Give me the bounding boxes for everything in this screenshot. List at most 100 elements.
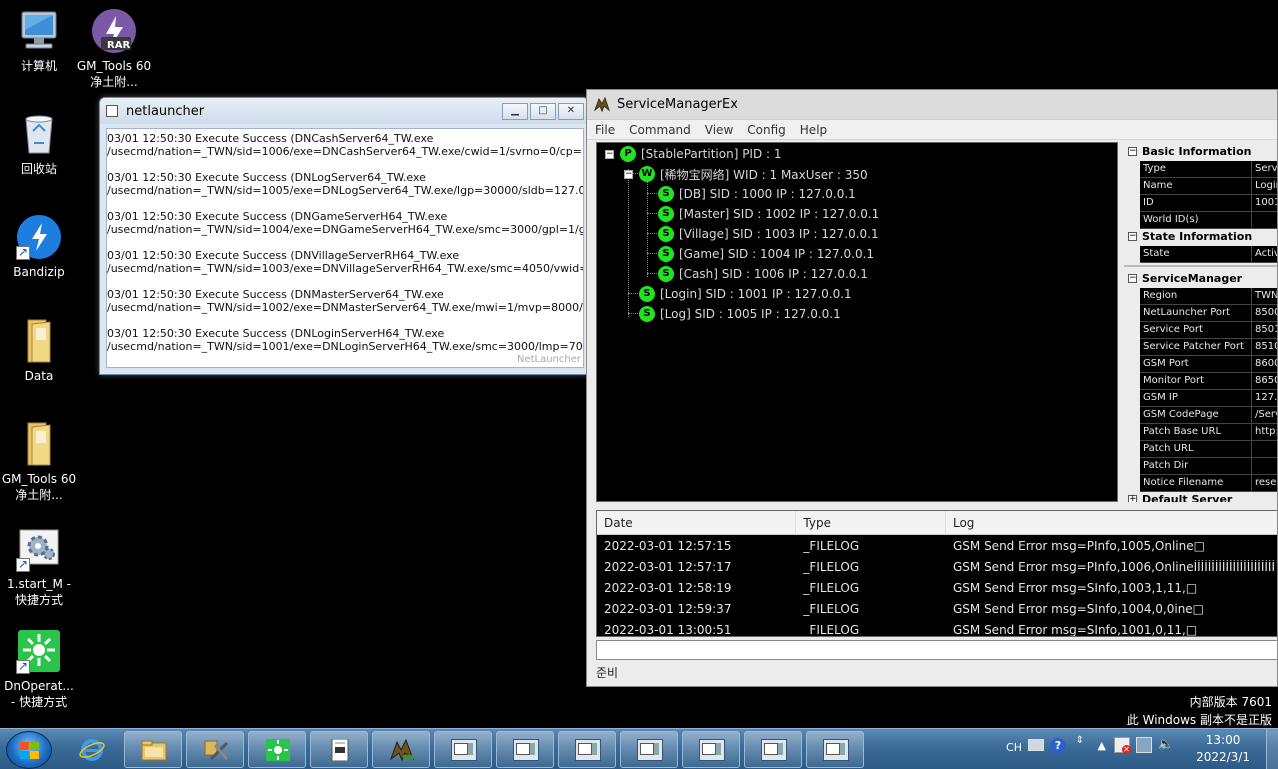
minimize-button[interactable]: ▁ [502,102,528,120]
dnoperator-icon [266,739,290,761]
show-desktop-button[interactable] [1266,729,1278,769]
prop-row[interactable]: Notice Filename reser [1140,475,1277,492]
menu-help[interactable]: Help [800,123,827,137]
menu-file[interactable]: File [595,123,615,137]
taskbar-servicemanagerex[interactable] [372,731,430,768]
help-icon[interactable]: ? [1050,738,1066,754]
tree-node-server-master[interactable]: S [Master] SID : 1002 IP : 127.0.0.1 [658,205,879,223]
console-window-icon [575,739,601,761]
desktop-icon-recycle-bin[interactable]: 回收站 [1,111,77,177]
property-grid[interactable]: −Basic Information TypeServe NameLogin I… [1124,142,1277,502]
network-icon[interactable] [1136,737,1152,753]
prop-row[interactable]: Service Port 8501 [1140,322,1277,339]
tree-node-server-cash[interactable]: S [Cash] SID : 1006 IP : 127.0.0.1 [658,265,868,283]
internet-explorer-icon [79,739,105,761]
netlauncher-window[interactable]: netlauncher ▁ □ ✕ 03/01 12:50:30 Execute… [99,97,589,375]
netlauncher-log[interactable]: 03/01 12:50:30 Execute Success (DNCashSe… [106,128,584,368]
close-button[interactable]: ✕ [558,102,584,120]
command-input[interactable] [596,640,1277,660]
prop-row[interactable]: Service Patcher Port 8510 [1140,339,1277,356]
section-state-information[interactable]: − State Information [1124,229,1277,245]
smex-titlebar[interactable]: ServiceManagerEx [587,90,1277,120]
collapse-toggle[interactable]: − [1128,147,1137,156]
taskbar-document[interactable] [310,731,368,768]
tree-node-server-login[interactable]: S [Login] SID : 1001 IP : 127.0.0.1 [639,285,852,303]
ime-indicator[interactable]: CH [1006,741,1022,754]
prop-row[interactable]: ID 1001 [1140,195,1277,212]
table-row[interactable]: 2022-03-01 12:57:15 _FILELOG GSM Send Erro… [597,535,1277,556]
table-row[interactable]: 2022-03-01 13:00:51 _FILELOG GSM Send Erro… [597,619,1277,637]
column-header-log[interactable]: Log [946,511,1277,535]
folder-icon [16,421,62,467]
taskbar-dnoperator[interactable] [248,731,306,768]
partition-badge-icon: P [620,146,636,162]
taskbar-console-7[interactable] [806,731,864,768]
log-list[interactable]: Date Type Log 2022-03-01 12:57:15 _FILELO… [596,510,1277,637]
tree-node-partition[interactable]: P [StablePartition] PID : 1 [620,145,782,163]
desktop-icon-gm-tools-rar[interactable]: RAR GM_Tools 60净土附... [76,8,152,90]
taskbar-console-2[interactable] [496,731,554,768]
clock-time: 13:00 [1205,733,1241,747]
volume-icon[interactable]: 🔈 [1158,737,1174,752]
column-header-date[interactable]: Date [597,511,797,535]
table-row[interactable]: 2022-03-01 12:58:19 _FILELOG GSM Send Erro… [597,577,1277,598]
prop-row[interactable]: GSM Port 8600 [1140,356,1277,373]
action-center-flag-icon[interactable]: ✕ [1114,737,1131,754]
taskbar-console-4[interactable] [620,731,678,768]
taskbar-console-5[interactable] [682,731,740,768]
section-basic-information[interactable]: − Basic Information [1124,144,1277,160]
desktop-icon-data-folder[interactable]: Data [1,318,77,384]
prop-row[interactable]: GSM IP127.0 [1140,390,1277,407]
menu-command[interactable]: Command [629,123,691,137]
expand-toggle[interactable]: + [1128,495,1137,502]
desktop-icon-gm-tools-folder[interactable]: GM_Tools 60净土附... [1,421,77,503]
desktop-icon-dnoperator-shortcut[interactable]: DnOperat... - 快捷方式 [1,628,77,710]
desktop-icon-start-m-shortcut[interactable]: 1.start_M - 快捷方式 [1,526,77,608]
prop-row[interactable]: NameLogin [1140,178,1277,195]
desktop-icon-bandizip[interactable]: Bandizip [1,214,77,280]
menu-view[interactable]: View [705,123,733,137]
desktop-icon-computer[interactable]: 计算机 [1,8,77,74]
prop-row[interactable]: Region TWN [1140,288,1277,305]
show-hidden-icons-icon[interactable]: ▲ [1098,739,1106,752]
tree-node-server-village[interactable]: S [Village] SID : 1003 IP : 127.0.0.1 [658,225,879,243]
taskbar-tools[interactable] [186,731,244,768]
servicemanagerex-window[interactable]: ServiceManagerEx File Command View Confi… [586,89,1278,687]
section-servicemanager-information[interactable]: −ServiceManager Inform [1124,271,1277,301]
prop-row[interactable]: NetLauncher Port 8500 [1140,305,1277,322]
tree-node-server-game[interactable]: S [Game] SID : 1004 IP : 127.0.0.1 [658,245,874,263]
taskbar-file-explorer[interactable] [124,731,182,768]
prop-row[interactable]: World ID(s) [1140,212,1277,229]
column-header-type[interactable]: Type [796,511,946,535]
prop-row[interactable]: State Activ [1140,246,1277,263]
collapse-toggle[interactable]: − [1128,274,1137,283]
collapse-toggle[interactable]: − [624,170,633,179]
ime-options-icon[interactable]: ⇕ [1076,735,1084,746]
server-tree[interactable]: − − P [StablePartition] PID : 1 W [稀物宝网络] … [596,142,1118,502]
prop-row[interactable]: Patch Base URL http: [1140,424,1277,441]
menu-config[interactable]: Config [747,123,786,137]
taskbar-console-6[interactable] [744,731,802,768]
keyboard-icon[interactable] [1028,739,1044,751]
tree-node-server-log[interactable]: S [Log] SID : 1005 IP : 127.0.0.1 [639,305,841,323]
taskbar-internet-explorer[interactable] [62,731,120,768]
taskbar-console-1[interactable] [434,731,492,768]
start-button[interactable] [6,731,52,769]
collapse-toggle[interactable]: − [605,150,614,159]
netlauncher-titlebar[interactable]: netlauncher ▁ □ ✕ [100,98,588,124]
taskbar-console-3[interactable] [558,731,616,768]
prop-row[interactable]: TypeServe [1140,161,1277,178]
system-clock[interactable]: 13:00 2022/3/1 [1196,732,1250,766]
console-window-icon [637,739,663,761]
prop-row[interactable]: Monitor Port 8650 [1140,373,1277,390]
tree-node-world[interactable]: W [稀物宝网络] WID : 1 MaxUser : 350 [639,165,868,183]
tree-node-server-db[interactable]: S [DB] SID : 1000 IP : 127.0.0.1 [658,185,856,203]
prop-row[interactable]: Patch Dir [1140,458,1277,475]
table-row[interactable]: 2022-03-01 12:59:37 _FILELOG GSM Send Erro… [597,598,1277,619]
table-row[interactable]: 2022-03-01 12:57:17 _FILELOG GSM Send Erro… [597,556,1277,577]
section-default-server-information[interactable]: +Default Server Informat [1124,492,1277,502]
prop-row[interactable]: GSM CodePage/Serv [1140,407,1277,424]
prop-row[interactable]: Patch URL [1140,441,1277,458]
collapse-toggle[interactable]: − [1128,232,1137,241]
maximize-button[interactable]: □ [530,102,556,120]
